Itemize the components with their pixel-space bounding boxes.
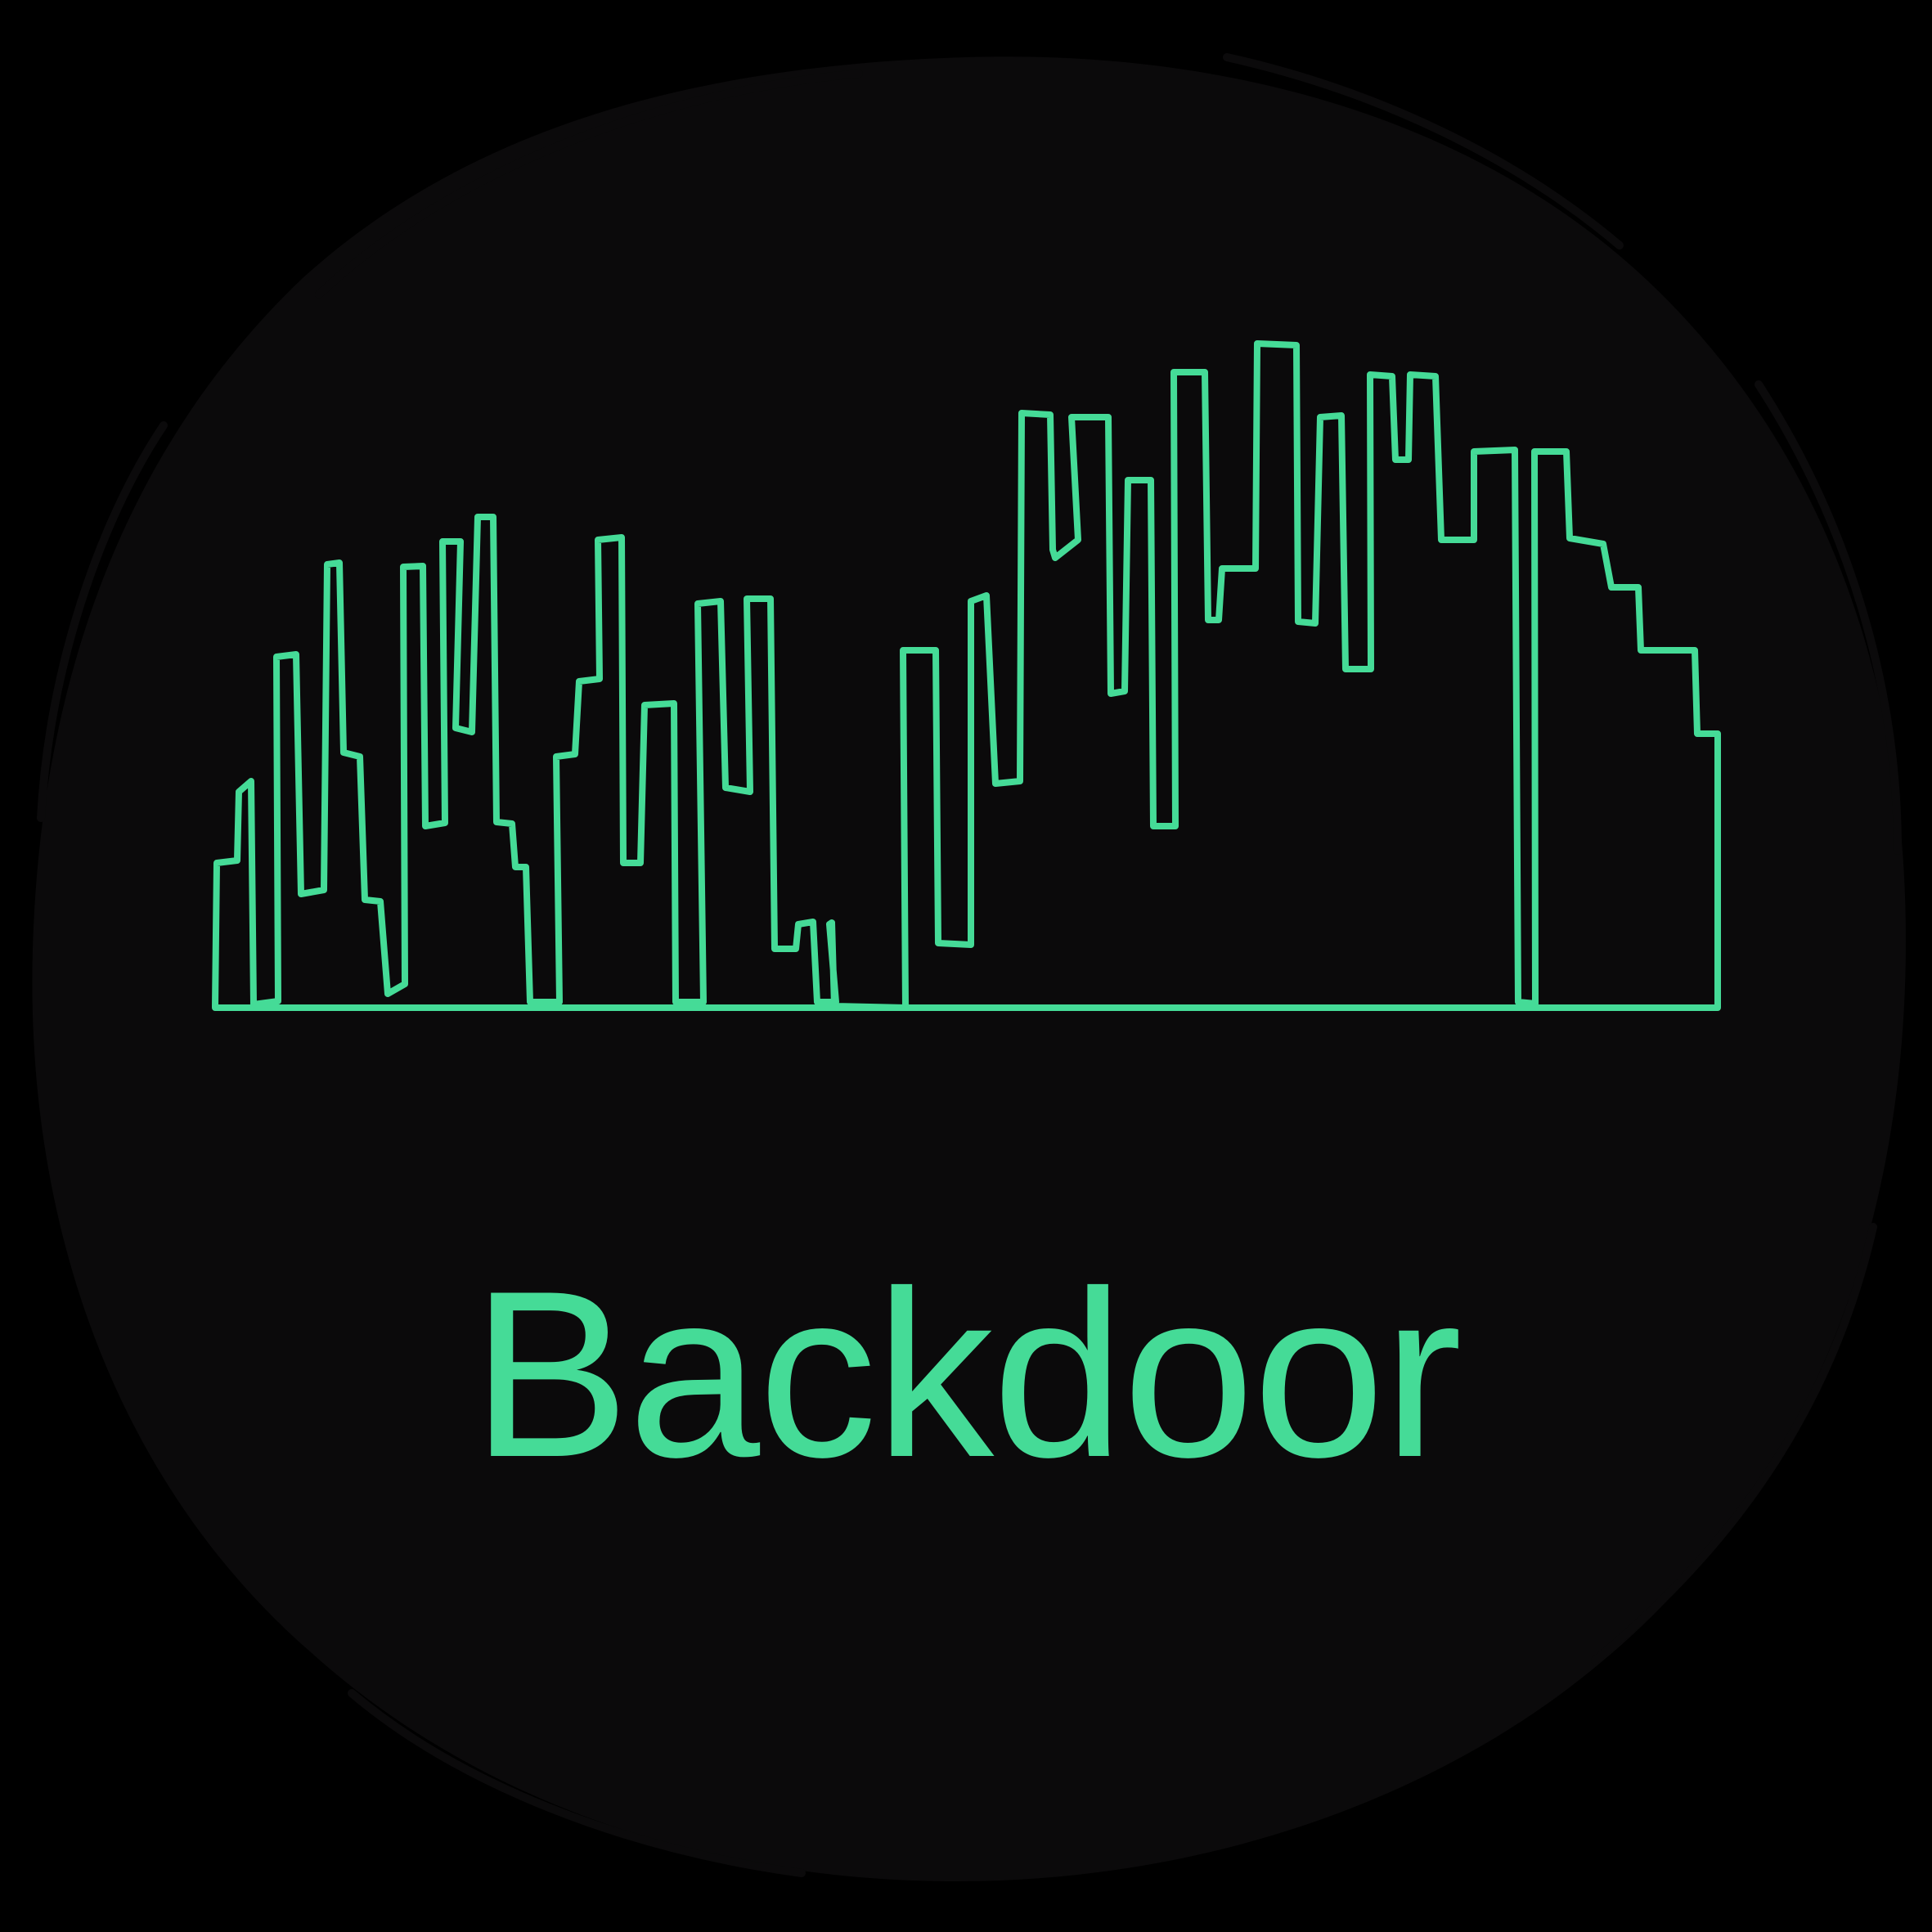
brand-wordmark: Backdoor	[471, 1242, 1462, 1507]
badge-circle	[32, 56, 1907, 1881]
logo-badge: Backdoor	[0, 0, 1932, 1932]
logo-graphic	[32, 53, 1907, 1881]
